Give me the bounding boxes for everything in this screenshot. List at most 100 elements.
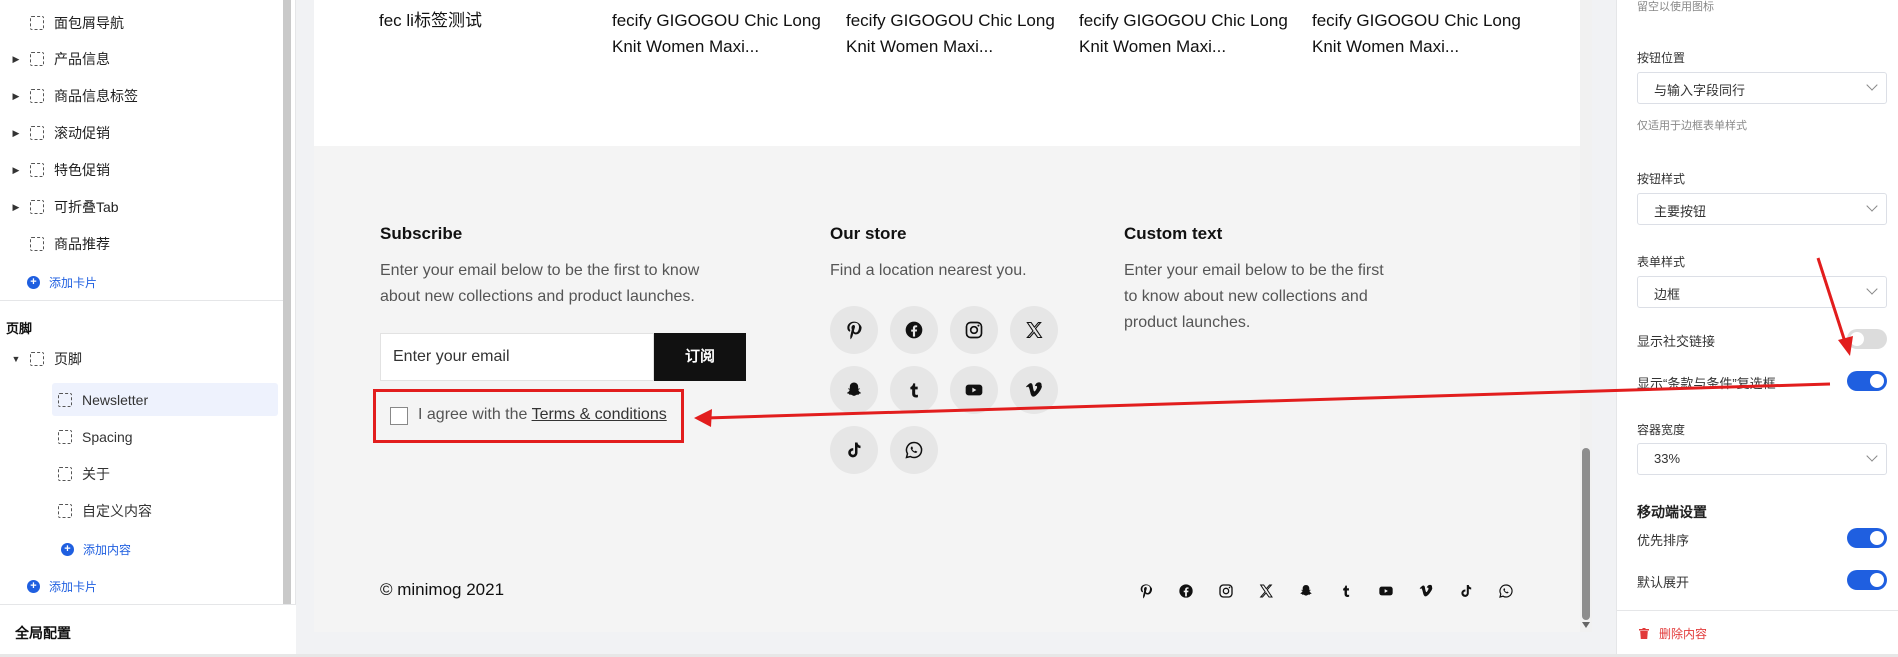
tree-item-custom-content[interactable]: 自定义内容 bbox=[52, 496, 278, 526]
tree-item-label: 滚动促销 bbox=[54, 125, 110, 141]
tree-item-collapsible-tab[interactable]: ▶ 可折叠Tab bbox=[0, 192, 288, 222]
tree-item-recommendations[interactable]: 商品推荐 bbox=[0, 229, 288, 259]
add-card-link-footer[interactable]: + 添加卡片 bbox=[27, 578, 97, 595]
whatsapp-icon[interactable] bbox=[890, 426, 938, 474]
tree-item-label: 商品推荐 bbox=[54, 236, 110, 252]
tree-item-product-info[interactable]: ▶ 产品信息 bbox=[0, 44, 288, 74]
custom-text-title: Custom text bbox=[1124, 224, 1223, 243]
show-social-toggle[interactable] bbox=[1847, 329, 1887, 349]
tree-item-label: 面包屑导航 bbox=[54, 15, 124, 31]
tree-item-label: Spacing bbox=[82, 429, 133, 445]
button-position-select[interactable]: 与输入字段同行 bbox=[1637, 72, 1887, 104]
store-title: Our store bbox=[830, 224, 907, 243]
button-style-select[interactable]: 主要按钮 bbox=[1637, 193, 1887, 225]
tumblr-icon[interactable] bbox=[890, 366, 938, 414]
caret-down-icon[interactable]: ▼ bbox=[10, 354, 22, 364]
form-style-select[interactable]: 边框 bbox=[1637, 276, 1887, 308]
tree-item-label: 商品信息标签 bbox=[54, 88, 138, 104]
frame-icon bbox=[30, 163, 44, 177]
icon-hint: 留空以使用图标 bbox=[1637, 1, 1714, 13]
tree-item-label: Newsletter bbox=[82, 391, 149, 408]
priority-label: 优先排序 bbox=[1637, 533, 1690, 548]
caret-right-icon[interactable]: ▶ bbox=[10, 202, 22, 213]
left-sidebar: 面包屑导航 ▶ 产品信息 ▶ 商品信息标签 ▶ 滚动促销 ▶ 特色促销 ▶ 可折… bbox=[0, 0, 296, 657]
subscribe-button[interactable]: 订阅 bbox=[654, 333, 746, 381]
select-value: 33% bbox=[1654, 451, 1681, 466]
expand-toggle[interactable] bbox=[1847, 570, 1887, 590]
pinterest-icon[interactable] bbox=[830, 306, 878, 354]
tree-item-newsletter[interactable]: Newsletter bbox=[52, 383, 278, 416]
terms-prefix: I agree with the bbox=[418, 406, 532, 423]
snapchat-icon[interactable] bbox=[830, 366, 878, 414]
chevron-down-icon bbox=[1866, 283, 1878, 295]
caret-right-icon[interactable]: ▶ bbox=[10, 91, 22, 102]
tree-item-spacing[interactable]: Spacing bbox=[52, 422, 278, 452]
settings-panel: 留空以使用图标 按钮位置 与输入字段同行 仅适用于边框表单样式 按钮样式 主要按… bbox=[1616, 0, 1898, 657]
youtube-icon[interactable] bbox=[1377, 582, 1395, 600]
terms-checkbox[interactable] bbox=[390, 407, 408, 425]
caret-right-icon[interactable]: ▶ bbox=[10, 128, 22, 139]
email-input[interactable]: Enter your email bbox=[380, 333, 654, 381]
facebook-icon[interactable] bbox=[890, 306, 938, 354]
button-style-label: 按钮样式 bbox=[1637, 172, 1686, 186]
chevron-down-icon bbox=[1866, 450, 1878, 462]
select-value: 主要按钮 bbox=[1654, 204, 1707, 219]
scroll-down-icon[interactable] bbox=[1582, 622, 1590, 628]
product-title[interactable]: fecify GIGOGOU Chic Long Knit Women Maxi… bbox=[1079, 8, 1289, 60]
add-content-link[interactable]: + 添加内容 bbox=[61, 541, 131, 558]
tree-item-breadcrumb[interactable]: 面包屑导航 bbox=[0, 8, 288, 38]
x-icon[interactable] bbox=[1257, 582, 1275, 600]
toggle-knob bbox=[1870, 531, 1884, 545]
instagram-icon[interactable] bbox=[1217, 582, 1235, 600]
vimeo-icon[interactable] bbox=[1417, 582, 1435, 600]
product-title[interactable]: fecify GIGOGOU Chic Long Knit Women Maxi… bbox=[846, 8, 1056, 60]
toggle-knob bbox=[1850, 332, 1864, 346]
add-card-link[interactable]: + 添加卡片 bbox=[27, 274, 97, 291]
delete-content-button[interactable]: 删除内容 bbox=[1639, 625, 1707, 642]
pinterest-icon[interactable] bbox=[1137, 582, 1155, 600]
facebook-icon[interactable] bbox=[1177, 582, 1195, 600]
global-config-button[interactable]: 全局配置 bbox=[0, 604, 296, 657]
priority-toggle[interactable] bbox=[1847, 528, 1887, 548]
tiktok-icon[interactable] bbox=[830, 426, 878, 474]
product-title[interactable]: fecify GIGOGOU Chic Long Knit Women Maxi… bbox=[1312, 8, 1522, 60]
whatsapp-icon[interactable] bbox=[1497, 582, 1515, 600]
subscribe-text: Enter your email below to be the first t… bbox=[380, 262, 700, 305]
caret-right-icon[interactable]: ▶ bbox=[10, 54, 22, 65]
plus-circle-icon: + bbox=[61, 543, 74, 556]
product-title[interactable]: fec li标签测试 bbox=[379, 8, 589, 34]
youtube-icon[interactable] bbox=[950, 366, 998, 414]
x-icon[interactable] bbox=[1010, 306, 1058, 354]
product-title[interactable]: fecify GIGOGOU Chic Long Knit Women Maxi… bbox=[612, 8, 822, 60]
tiktok-icon[interactable] bbox=[1457, 582, 1475, 600]
chevron-down-icon bbox=[1866, 200, 1878, 212]
delete-label: 删除内容 bbox=[1659, 627, 1708, 641]
add-content-label: 添加内容 bbox=[83, 543, 132, 557]
instagram-icon[interactable] bbox=[950, 306, 998, 354]
tree-item-footer[interactable]: ▼ 页脚 bbox=[0, 344, 288, 374]
subscribe-title: Subscribe bbox=[380, 224, 463, 243]
frame-icon bbox=[30, 200, 44, 214]
form-style-label: 表单样式 bbox=[1637, 255, 1686, 269]
container-width-select[interactable]: 33% bbox=[1637, 443, 1887, 475]
caret-right-icon[interactable]: ▶ bbox=[10, 165, 22, 176]
select-value: 与输入字段同行 bbox=[1654, 83, 1746, 98]
tree-item-about[interactable]: 关于 bbox=[52, 459, 278, 489]
tree-item-scrolling-promo[interactable]: ▶ 滚动促销 bbox=[0, 118, 288, 148]
tree-item-featured-promo[interactable]: ▶ 特色促销 bbox=[0, 155, 288, 185]
preview-scrollbar-thumb[interactable] bbox=[1582, 448, 1590, 620]
show-social-label: 显示社交链接 bbox=[1637, 334, 1716, 349]
sidebar-scrollbar[interactable] bbox=[283, 0, 291, 605]
toggle-knob bbox=[1870, 573, 1884, 587]
add-card-label: 添加卡片 bbox=[49, 580, 98, 594]
show-terms-toggle[interactable] bbox=[1847, 371, 1887, 391]
snapchat-icon[interactable] bbox=[1297, 582, 1315, 600]
vimeo-icon[interactable] bbox=[1010, 366, 1058, 414]
terms-link[interactable]: Terms & conditions bbox=[532, 406, 667, 423]
button-position-label: 按钮位置 bbox=[1637, 51, 1686, 65]
tumblr-icon[interactable] bbox=[1337, 582, 1355, 600]
frame-icon bbox=[58, 467, 72, 481]
divider bbox=[0, 300, 288, 301]
tree-item-product-tags[interactable]: ▶ 商品信息标签 bbox=[0, 81, 288, 111]
frame-icon bbox=[30, 89, 44, 103]
